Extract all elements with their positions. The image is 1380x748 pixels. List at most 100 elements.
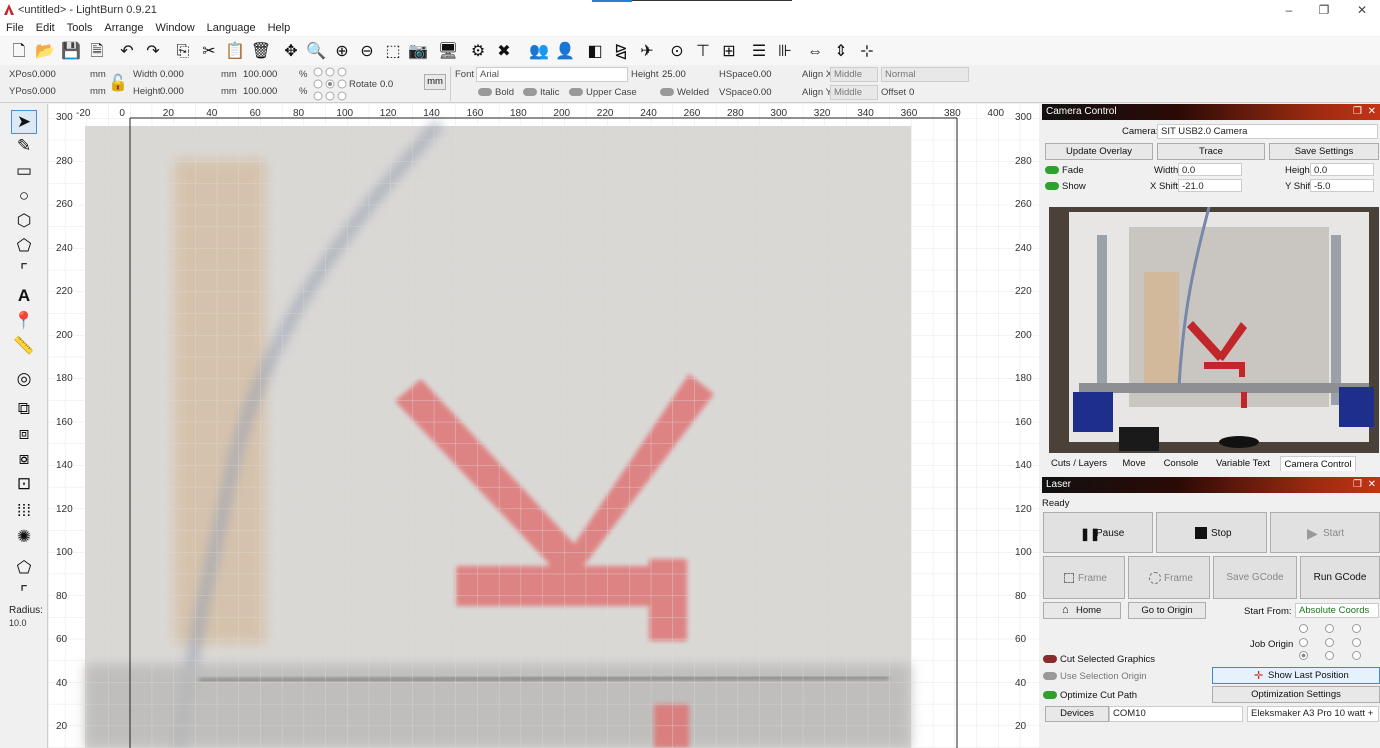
settings-gear-icon[interactable]: ⚙	[467, 41, 489, 63]
open-folder-icon[interactable]: 📂	[34, 41, 56, 63]
origin-radio-tl[interactable]	[1299, 624, 1308, 633]
group-icon[interactable]: 👥	[528, 41, 550, 63]
save-gcode-button[interactable]: Save GCode	[1213, 556, 1297, 599]
ypos-field[interactable]: 0.000	[32, 86, 56, 97]
pause-button[interactable]: ❚❚ Pause	[1043, 512, 1153, 553]
start-from-select[interactable]: Absolute Coords	[1295, 603, 1379, 618]
optimize-cut-toggle[interactable]	[1043, 691, 1057, 699]
width-field[interactable]: 0.000	[160, 69, 184, 80]
menu-tools[interactable]: Tools	[61, 20, 99, 36]
font-select[interactable]: Arial	[476, 67, 628, 82]
start-button[interactable]: ▶ Start	[1270, 512, 1380, 553]
polygon-icon[interactable]: ⬡	[12, 210, 36, 232]
stop-button[interactable]: Stop	[1156, 512, 1267, 553]
copy-icon[interactable]: ⎘	[172, 41, 194, 63]
menu-file[interactable]: File	[0, 20, 30, 36]
workspace-canvas[interactable]: -20 0 20 40 60 80 100 120 140 160 180 200 220 240 260 2…	[49, 104, 1039, 748]
maximize-button[interactable]: ❐	[1309, 1, 1339, 19]
camera-icon[interactable]: 📷	[407, 41, 429, 63]
laser-float-icon[interactable]: ❐	[1353, 477, 1362, 493]
align-middle-icon[interactable]: ⊞	[718, 41, 740, 63]
go-to-origin-button[interactable]: Go to Origin	[1128, 602, 1206, 619]
circular-array-icon[interactable]: ✺	[12, 526, 36, 548]
edit-nodes-icon[interactable]: ⬠	[12, 235, 36, 257]
select-arrow-icon[interactable]: ➤	[12, 111, 36, 133]
device-select[interactable]: Eleksmaker A3 Pro 10 watt +	[1247, 706, 1379, 722]
flip-horizontal-icon[interactable]: ◧	[584, 41, 606, 63]
rotate-field[interactable]: 0.0	[380, 79, 393, 90]
mirror-icon[interactable]: ⧎	[610, 41, 632, 63]
menu-window[interactable]: Window	[150, 20, 201, 36]
height-percent-field[interactable]: 100.000	[243, 86, 277, 97]
origin-radio-bc[interactable]	[1325, 651, 1334, 660]
align-icon[interactable]: ⊤	[692, 41, 714, 63]
corner-radius-icon[interactable]: ⌜	[12, 582, 36, 604]
menu-language[interactable]: Language	[201, 20, 262, 36]
offset-shapes-icon[interactable]: ◎	[12, 368, 36, 390]
menu-help[interactable]: Help	[262, 20, 297, 36]
zoom-frame-icon[interactable]: ⬚	[382, 41, 404, 63]
same-width-icon[interactable]: ⇔	[804, 41, 826, 63]
dock-icon[interactable]: ⊹	[856, 41, 878, 63]
undo-icon[interactable]: ↶	[116, 41, 138, 63]
text-mode-select[interactable]: Normal	[881, 67, 969, 82]
tab-move[interactable]: Move	[1116, 456, 1152, 471]
close-button[interactable]: ✕	[1347, 1, 1377, 19]
run-gcode-button[interactable]: Run GCode	[1300, 556, 1380, 599]
weld-icon[interactable]: ⧉	[12, 398, 36, 420]
move-icon[interactable]: ✥	[280, 41, 302, 63]
cam-height-field[interactable]: 0.0	[1310, 163, 1374, 176]
cam-width-field[interactable]: 0.0	[1178, 163, 1242, 176]
origin-radio-bl[interactable]	[1299, 651, 1308, 660]
tab-cuts-layers[interactable]: Cuts / Layers	[1045, 456, 1113, 471]
uppercase-toggle[interactable]	[569, 88, 583, 96]
welded-toggle[interactable]	[660, 88, 674, 96]
origin-grid-icon[interactable]	[313, 67, 347, 101]
menu-arrange[interactable]: Arrange	[98, 20, 149, 36]
union-icon[interactable]: ⧈	[12, 423, 36, 445]
delete-icon[interactable]: 🗑	[250, 41, 272, 63]
show-toggle[interactable]	[1045, 182, 1059, 190]
redo-icon[interactable]: ↷	[142, 41, 164, 63]
origin-radio-tr[interactable]	[1352, 624, 1361, 633]
measure-icon[interactable]: 📏	[12, 335, 36, 357]
offset-field[interactable]: 0	[909, 87, 914, 98]
vspace-field[interactable]: 0.00	[753, 87, 772, 98]
origin-radio-ml[interactable]	[1299, 638, 1308, 647]
frame-rect-button[interactable]: Frame	[1043, 556, 1125, 599]
center-icon[interactable]: ⊙	[666, 41, 688, 63]
export-icon[interactable]: 🗎	[86, 41, 108, 63]
tab-variable-text[interactable]: Variable Text	[1209, 456, 1277, 471]
cut-icon[interactable]: ✂	[198, 41, 220, 63]
position-laser-icon[interactable]: ⌜	[12, 260, 36, 282]
mm-toggle-button[interactable]: mm	[424, 74, 446, 90]
font-height-field[interactable]: 25.00	[662, 69, 686, 80]
rectangle-icon[interactable]: ▭	[12, 160, 36, 182]
show-last-position-button[interactable]: ✛ Show Last Position	[1212, 667, 1380, 684]
paste-icon[interactable]: 📋	[224, 41, 246, 63]
grid-array-icon[interactable]: ⁞⁞⁞	[12, 500, 36, 522]
origin-radio-mc[interactable]	[1325, 638, 1334, 647]
xshift-field[interactable]: -21.0	[1178, 179, 1242, 192]
tab-camera-control[interactable]: Camera Control	[1280, 456, 1356, 471]
float-icon[interactable]: ❐	[1353, 104, 1362, 120]
machine-settings-icon[interactable]: ✖	[493, 41, 515, 63]
hspace-field[interactable]: 0.00	[753, 69, 772, 80]
panel-close-icon[interactable]: ✕	[1368, 104, 1376, 120]
frame-circle-button[interactable]: Frame	[1128, 556, 1210, 599]
intersect-icon[interactable]: ⊡	[12, 473, 36, 495]
zoom-fit-icon[interactable]: 🔍	[305, 41, 327, 63]
trace-button[interactable]: Trace	[1157, 143, 1265, 160]
ungroup-icon[interactable]: 👤	[554, 41, 576, 63]
alignx-select[interactable]: Middle	[830, 67, 878, 82]
text-tool-icon[interactable]: A	[12, 285, 36, 307]
laser-close-icon[interactable]: ✕	[1368, 477, 1376, 493]
aligny-select[interactable]: Middle	[830, 85, 878, 100]
italic-toggle[interactable]	[523, 88, 537, 96]
fade-toggle[interactable]	[1045, 166, 1059, 174]
yshift-field[interactable]: -5.0	[1310, 179, 1374, 192]
subtract-icon[interactable]: ⧇	[12, 448, 36, 470]
same-height-icon[interactable]: ⇕	[830, 41, 852, 63]
zoom-in-icon[interactable]: ⊕	[331, 41, 353, 63]
map-pin-icon[interactable]: 📍	[12, 310, 36, 332]
